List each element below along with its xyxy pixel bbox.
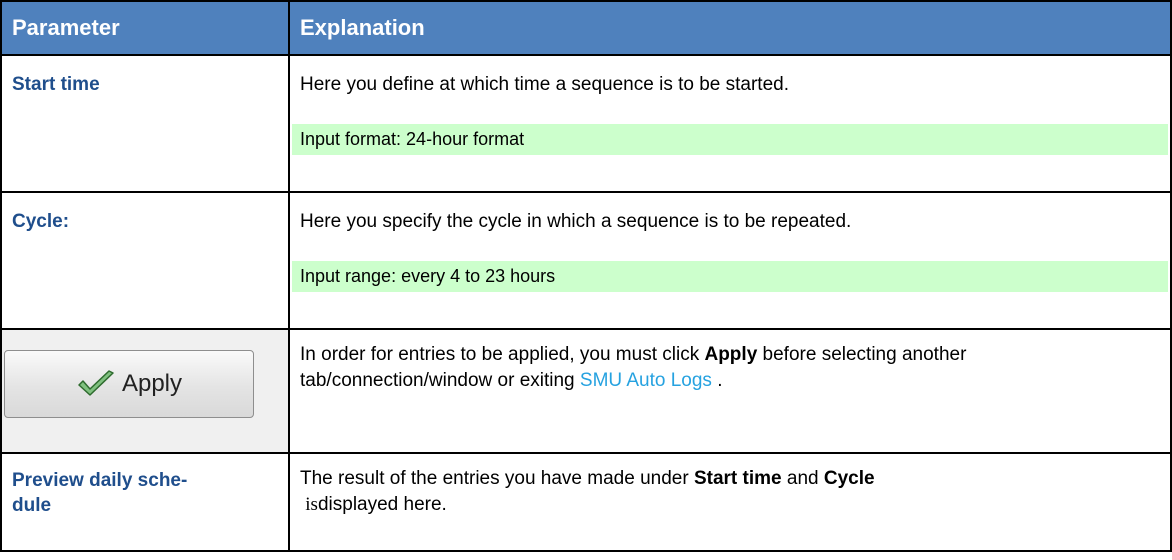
header-explanation: Explanation <box>288 0 1172 56</box>
param-cycle: Cycle: <box>0 191 290 330</box>
explanation-text: isdisplayed here. <box>300 492 1160 518</box>
apply-button-label: Apply <box>121 370 183 397</box>
explanation-text: In order for entries to be applied, you … <box>300 342 1160 394</box>
table-row: Preview daily sche- dule The result of t… <box>0 452 1172 552</box>
text-segment: The result of the entries you have made … <box>300 468 694 489</box>
bold-start-time: Start time <box>693 468 782 489</box>
param-line: dule <box>12 495 52 516</box>
explanation-preview: The result of the entries you have made … <box>288 452 1172 552</box>
input-format-hint: Input format: 24-hour format <box>292 124 1168 155</box>
explanation-apply: In order for entries to be applied, you … <box>288 328 1172 454</box>
parameter-table: Parameter Explanation Start time Here yo… <box>0 0 1172 552</box>
explanation-cycle: Here you specify the cycle in which a se… <box>288 191 1172 330</box>
checkmark-icon <box>78 370 114 396</box>
apply-button[interactable]: Apply <box>4 350 254 418</box>
text-segment: is <box>305 494 318 515</box>
text-segment: and <box>781 468 824 489</box>
table-header-row: Parameter Explanation <box>0 0 1172 56</box>
header-parameter: Parameter <box>0 0 290 56</box>
bold-cycle: Cycle <box>823 468 875 489</box>
smu-auto-logs-link[interactable]: SMU Auto Logs <box>580 370 712 391</box>
text-segment: In order for entries to be applied, you … <box>300 344 705 365</box>
bold-apply: Apply <box>704 344 758 365</box>
explanation-text: The result of the entries you have made … <box>300 466 1160 492</box>
explanation-text: Here you specify the cycle in which a se… <box>300 211 852 232</box>
input-range-hint: Input range: every 4 to 23 hours <box>292 261 1168 292</box>
table-row: Cycle: Here you specify the cycle in whi… <box>0 191 1172 330</box>
param-line: Preview daily sche- <box>12 470 188 491</box>
param-apply: Apply <box>0 328 290 454</box>
param-preview-daily-schedule: Preview daily sche- dule <box>0 452 290 552</box>
text-segment: . <box>711 370 723 391</box>
table-row: Apply In order for entries to be applied… <box>0 328 1172 454</box>
explanation-text: Here you define at which time a sequence… <box>300 74 789 95</box>
text-segment: displayed here. <box>317 494 447 515</box>
table-row: Start time Here you define at which time… <box>0 54 1172 193</box>
explanation-start-time: Here you define at which time a sequence… <box>288 54 1172 193</box>
param-start-time: Start time <box>0 54 290 193</box>
